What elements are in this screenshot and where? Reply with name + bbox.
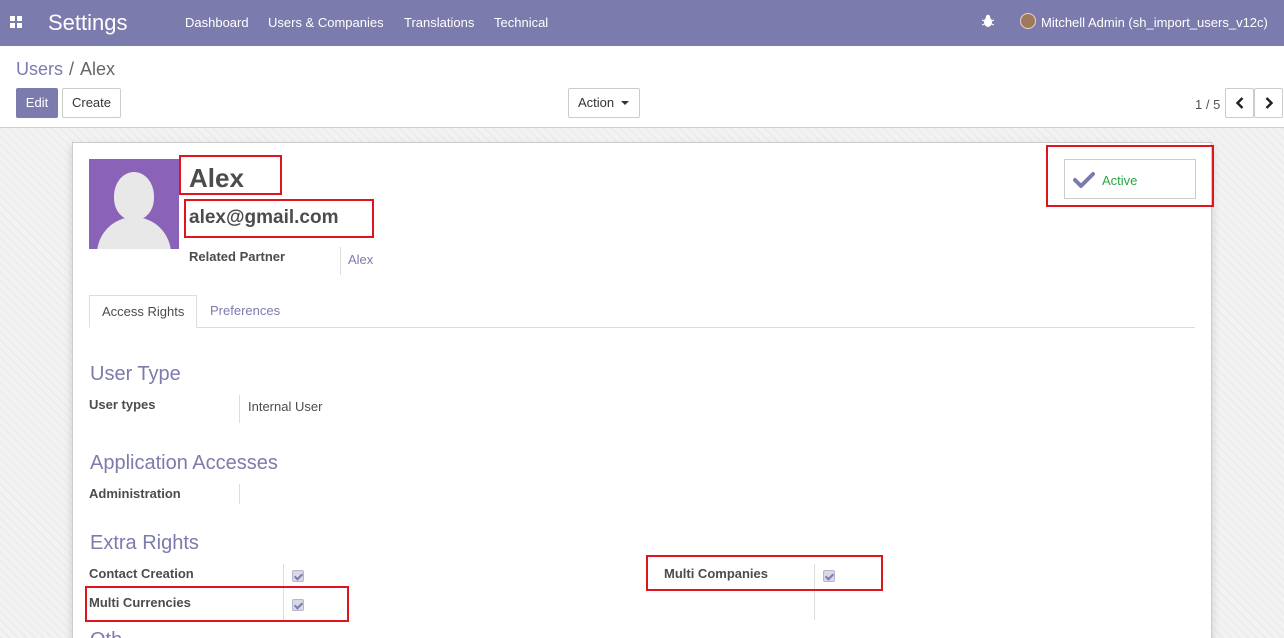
section-user-type-title: User Type xyxy=(90,363,181,385)
highlight-multi-currencies xyxy=(85,586,349,622)
action-label: Action xyxy=(578,95,615,110)
field-separator xyxy=(239,395,240,423)
user-types-label: User types xyxy=(89,397,156,412)
pager-next-button[interactable] xyxy=(1254,88,1283,118)
user-avatar[interactable] xyxy=(1020,13,1036,29)
app-title: Settings xyxy=(48,10,128,35)
pager-previous-button[interactable] xyxy=(1225,88,1254,118)
user-photo[interactable] xyxy=(89,159,179,249)
contact-creation-checkbox[interactable] xyxy=(292,570,304,582)
apps-menu-icon[interactable] xyxy=(10,16,22,28)
caret-down-icon xyxy=(621,101,629,105)
section-application-accesses-title: Application Accesses xyxy=(90,452,278,474)
highlight-active xyxy=(1046,145,1214,207)
avatar-placeholder-head xyxy=(114,172,154,220)
debug-bug-icon[interactable] xyxy=(982,14,994,28)
highlight-name xyxy=(179,155,282,195)
menu-translations[interactable]: Translations xyxy=(404,15,474,30)
field-separator xyxy=(239,484,240,504)
section-other-title: Oth xyxy=(90,629,122,638)
menu-users-companies[interactable]: Users & Companies xyxy=(268,15,384,30)
menu-technical[interactable]: Technical xyxy=(494,15,548,30)
section-extra-rights-title: Extra Rights xyxy=(90,532,199,554)
chevron-right-icon xyxy=(1265,97,1273,109)
administration-label: Administration xyxy=(89,486,181,501)
avatar-placeholder-body xyxy=(97,217,171,249)
related-partner-label: Related Partner xyxy=(189,249,286,264)
top-navbar: Settings Dashboard Users & Companies Tra… xyxy=(0,0,1284,46)
tab-preferences[interactable]: Preferences xyxy=(198,295,292,328)
user-menu[interactable]: Mitchell Admin (sh_import_users_v12c) xyxy=(1041,15,1268,30)
breadcrumb-users[interactable]: Users xyxy=(16,59,63,79)
highlight-multi-companies xyxy=(646,555,883,591)
menu-dashboard[interactable]: Dashboard xyxy=(185,15,249,30)
control-panel: Users / Alex Edit Create Action 1 / 5 xyxy=(0,46,1284,128)
breadcrumb: Users / Alex xyxy=(16,59,115,80)
field-separator xyxy=(340,247,341,275)
breadcrumb-separator: / xyxy=(69,59,75,79)
form-tabs: Access Rights Preferences xyxy=(89,295,1195,328)
chevron-left-icon xyxy=(1235,97,1243,109)
user-types-value[interactable]: Internal User xyxy=(248,399,322,414)
edit-button[interactable]: Edit xyxy=(16,88,58,118)
create-button[interactable]: Create xyxy=(62,88,121,118)
tab-access-rights[interactable]: Access Rights xyxy=(89,295,198,328)
related-partner-link[interactable]: Alex xyxy=(348,252,373,267)
pager-value: 1 / 5 xyxy=(1195,97,1221,112)
highlight-email xyxy=(184,199,374,238)
action-dropdown[interactable]: Action xyxy=(568,88,640,118)
contact-creation-label: Contact Creation xyxy=(89,566,194,581)
breadcrumb-current: Alex xyxy=(80,59,116,79)
